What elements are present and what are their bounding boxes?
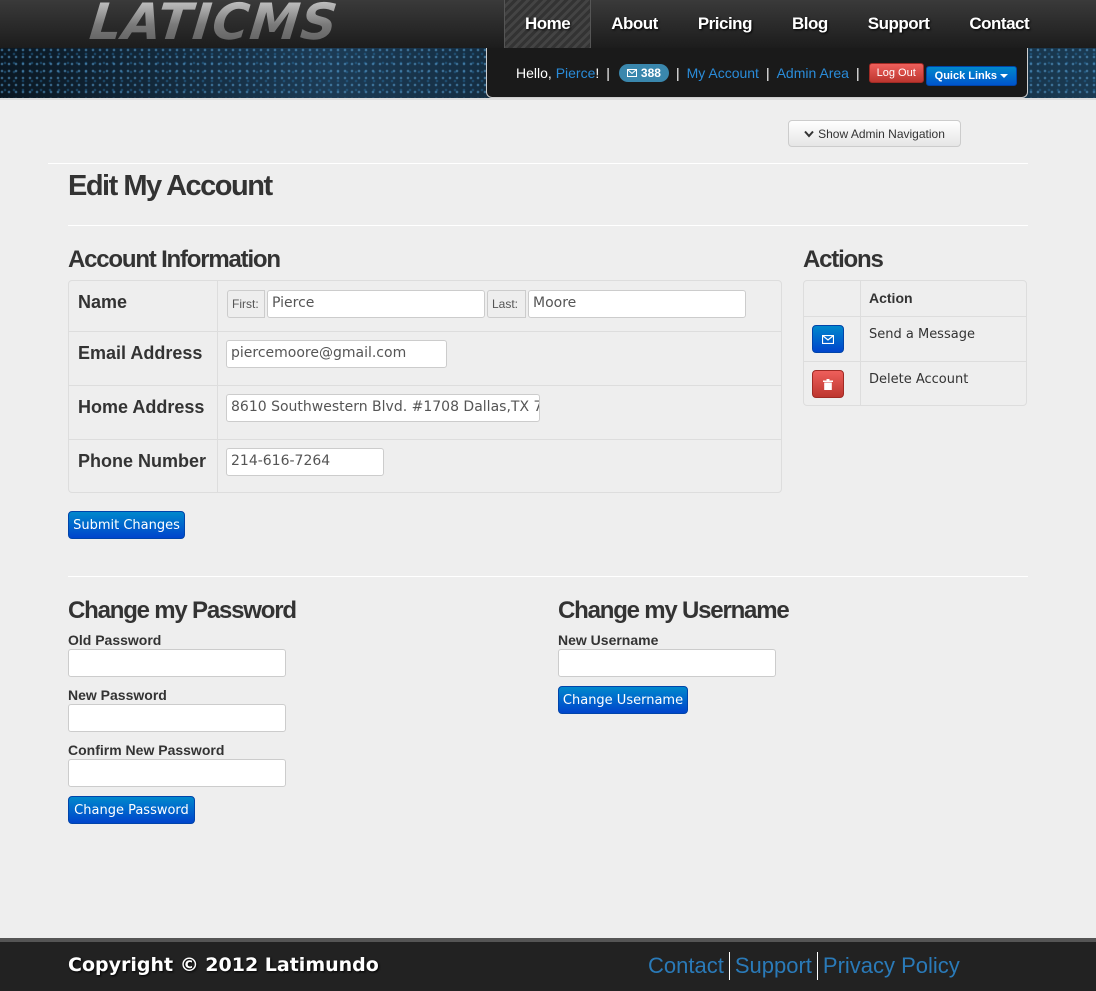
nav-home[interactable]: Home (504, 0, 592, 48)
new-password-input[interactable] (68, 704, 286, 732)
delete-account-button[interactable] (812, 370, 844, 398)
divider (68, 225, 1028, 226)
admin-area-link[interactable]: Admin Area (777, 65, 849, 81)
account-info-heading: Account Information (68, 246, 281, 273)
submit-changes-button[interactable]: Submit Changes (68, 511, 185, 539)
send-message-button[interactable] (812, 325, 844, 353)
action-row-delete-account: Delete Account (804, 361, 1026, 405)
old-password-label: Old Password (68, 632, 162, 648)
divider (48, 163, 1028, 164)
email-label: Email Address (69, 332, 218, 385)
phone-row: Phone Number 214-616-7264 (69, 439, 781, 492)
first-name-addon: First: (227, 290, 265, 318)
footer-support-link[interactable]: Support (728, 952, 817, 980)
show-admin-navigation-button[interactable]: Show Admin Navigation (788, 120, 961, 147)
email-input[interactable]: piercemoore@gmail.com (226, 340, 447, 368)
old-password-input[interactable] (68, 649, 286, 677)
nav-pricing[interactable]: Pricing (678, 0, 772, 48)
last-name-addon: Last: (487, 290, 526, 318)
footer-privacy-link[interactable]: Privacy Policy (816, 952, 965, 980)
phone-input[interactable]: 214-616-7264 (226, 448, 384, 476)
nav-blog[interactable]: Blog (772, 0, 848, 48)
phone-label: Phone Number (69, 440, 218, 492)
icon-column-header (804, 281, 861, 316)
hello-text: Hello, (516, 64, 552, 81)
envelope-icon (822, 334, 834, 344)
copyright-text: Copyright © 2012 Latimundo (68, 954, 379, 976)
new-username-label: New Username (558, 632, 659, 648)
site-logo[interactable]: LATICMS (87, 0, 341, 51)
confirm-password-label: Confirm New Password (68, 742, 225, 758)
name-label: Name (69, 281, 218, 331)
my-account-link[interactable]: My Account (687, 65, 759, 81)
actions-heading: Actions (803, 246, 884, 273)
separator: | (606, 64, 610, 81)
caret-down-icon (1000, 74, 1008, 79)
change-username-heading: Change my Username (558, 597, 790, 624)
quick-links-dropdown[interactable]: Quick Links (925, 66, 1017, 86)
delete-account-label: Delete Account (869, 372, 969, 387)
page-title: Edit My Account (68, 170, 273, 202)
quick-links-label: Quick Links (934, 70, 997, 82)
actions-table: Action Send a Message Delete Account (803, 280, 1027, 406)
action-row-send-message: Send a Message (804, 316, 1026, 361)
change-password-heading: Change my Password (68, 597, 297, 624)
action-icon-cell (804, 317, 861, 361)
send-message-label: Send a Message (869, 327, 975, 342)
email-row: Email Address piercemoore@gmail.com (69, 331, 781, 385)
account-info-table: Name First: Pierce Last: Moore Email Add… (68, 280, 782, 493)
envelope-icon (626, 68, 637, 77)
main-nav: Home About Pricing Blog Support Contact (504, 0, 1049, 48)
trash-icon (823, 378, 833, 390)
admin-nav-label: Show Admin Navigation (818, 126, 945, 141)
username-link[interactable]: Pierce (556, 65, 596, 81)
change-password-button[interactable]: Change Password (68, 796, 195, 824)
footer-contact-link[interactable]: Contact (648, 952, 729, 980)
change-username-button[interactable]: Change Username (558, 686, 688, 714)
action-icon-cell (804, 362, 861, 405)
first-name-input[interactable]: Pierce (267, 290, 485, 318)
address-row: Home Address 8610 Southwestern Blvd. #17… (69, 385, 781, 439)
last-name-input[interactable]: Moore (528, 290, 746, 318)
nav-contact[interactable]: Contact (949, 0, 1049, 48)
messages-badge[interactable]: 388 (618, 63, 669, 82)
new-password-label: New Password (68, 687, 167, 703)
new-username-input[interactable] (558, 649, 776, 677)
address-input[interactable]: 8610 Southwestern Blvd. #1708 Dallas,TX … (226, 394, 540, 422)
separator: | (675, 64, 680, 81)
site-footer: Copyright © 2012 Latimundo Contact Suppo… (0, 938, 1096, 991)
chevron-down-icon (804, 130, 814, 138)
site-header: LATICMS Home About Pricing Blog Support … (0, 0, 1096, 100)
confirm-password-input[interactable] (68, 759, 286, 787)
name-row: Name First: Pierce Last: Moore (69, 281, 781, 331)
nav-support[interactable]: Support (848, 0, 950, 48)
messages-count: 388 (640, 65, 661, 80)
separator: | (855, 64, 860, 81)
separator: | (765, 64, 770, 81)
action-column-header: Action (869, 290, 913, 306)
address-label: Home Address (69, 386, 218, 439)
divider (68, 576, 1028, 577)
footer-links: Contact Support Privacy Policy (648, 952, 965, 980)
nav-about[interactable]: About (591, 0, 678, 48)
hello-exclaim: ! (595, 64, 600, 81)
actions-header-row: Action (804, 281, 1026, 316)
logout-button[interactable]: Log Out (868, 62, 924, 83)
user-bar: Hello, Pierce! | 388 | My Account | Admi… (486, 48, 1028, 98)
